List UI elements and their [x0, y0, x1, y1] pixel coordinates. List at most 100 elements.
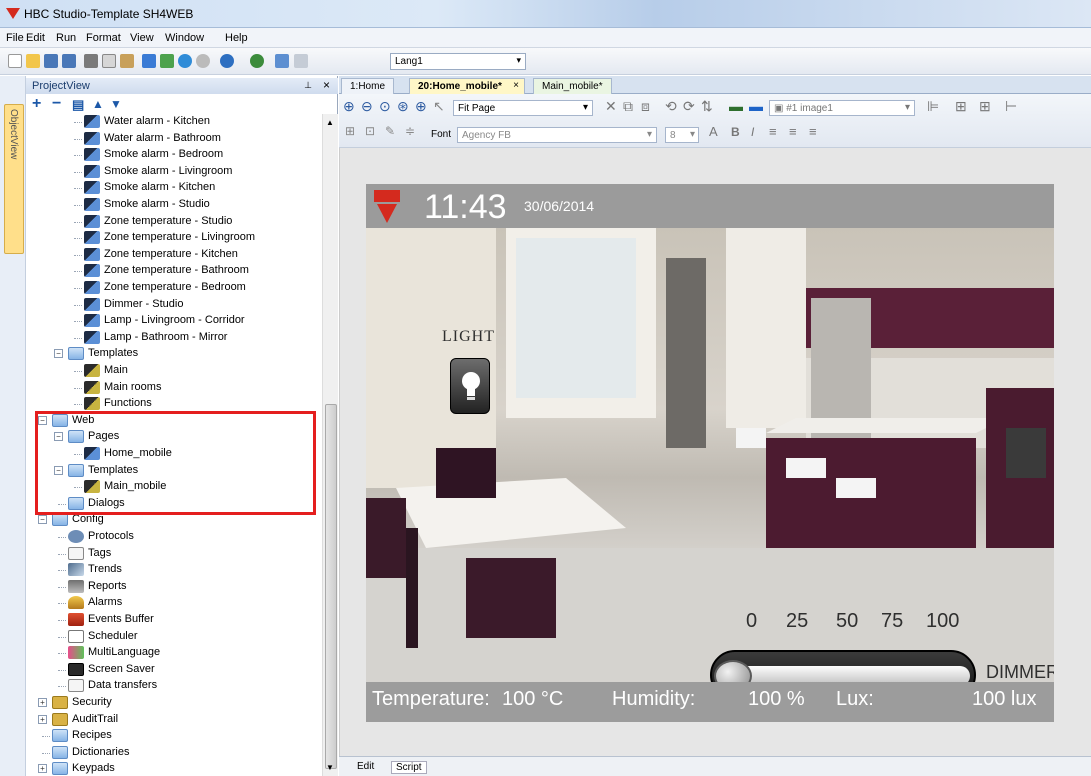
- tree-item[interactable]: + Keypads: [26, 761, 322, 776]
- italic-icon[interactable]: I: [751, 125, 754, 139]
- scroll-up-icon[interactable]: ▲: [326, 118, 334, 127]
- close-icon[interactable]: ×: [513, 80, 519, 91]
- tree-item[interactable]: Main: [26, 363, 322, 379]
- scrollbar-thumb[interactable]: [325, 404, 337, 769]
- new-icon[interactable]: [8, 54, 22, 68]
- zoom-fit-icon[interactable]: ⊛: [397, 98, 409, 115]
- tab-edit[interactable]: Edit: [357, 761, 374, 772]
- tree-item[interactable]: Recipes: [26, 728, 322, 744]
- expand-icon[interactable]: +: [38, 764, 47, 774]
- expand-icon[interactable]: +: [38, 714, 47, 724]
- tree-item[interactable]: Lamp - Bathroom - Mirror: [26, 330, 322, 346]
- tree-item[interactable]: Functions: [26, 396, 322, 412]
- move-down-icon[interactable]: ▼: [110, 97, 122, 111]
- tab-home[interactable]: 1:Home: [341, 78, 395, 94]
- tree-item[interactable]: Zone temperature - Livingroom: [26, 230, 322, 246]
- tree-item[interactable]: Scheduler: [26, 629, 322, 645]
- menu-run[interactable]: Run: [56, 32, 76, 44]
- remove-icon[interactable]: −: [52, 95, 61, 113]
- font-color-icon[interactable]: A: [709, 124, 718, 139]
- tree-item[interactable]: Tags: [26, 546, 322, 562]
- tree-item[interactable]: Reports: [26, 579, 322, 595]
- tab-main-mobile[interactable]: Main_mobile*: [533, 78, 612, 94]
- tree-item[interactable]: Protocols: [26, 529, 322, 545]
- run-icon[interactable]: [160, 54, 174, 68]
- properties-icon[interactable]: ▤: [72, 97, 84, 113]
- brush-icon[interactable]: ✎: [385, 124, 395, 138]
- group-icon[interactable]: ⧉: [623, 98, 633, 115]
- globe-icon[interactable]: [250, 54, 264, 68]
- tree-item[interactable]: Smoke alarm - Studio: [26, 197, 322, 213]
- expand-icon[interactable]: +: [38, 698, 47, 707]
- close-icon[interactable]: ×: [323, 78, 330, 92]
- open-icon[interactable]: [26, 54, 40, 68]
- line-icon[interactable]: ≑: [405, 124, 415, 138]
- tree-item[interactable]: Zone temperature - Bedroom: [26, 280, 322, 296]
- tree-item[interactable]: Dictionaries: [26, 745, 322, 761]
- tree-item[interactable]: MultiLanguage: [26, 645, 322, 661]
- pointer-icon[interactable]: ↖: [433, 98, 445, 115]
- tree-item[interactable]: Trends: [26, 562, 322, 578]
- tree-item[interactable]: Water alarm - Kitchen: [26, 114, 322, 130]
- table-icon[interactable]: ⊞: [345, 124, 355, 138]
- download-icon[interactable]: [142, 54, 156, 68]
- send-back-icon[interactable]: ▬: [749, 98, 763, 114]
- bring-front-icon[interactable]: ▬: [729, 98, 743, 114]
- tree-item[interactable]: + AuditTrail: [26, 712, 322, 728]
- tree-item[interactable]: Dimmer - Studio: [26, 297, 322, 313]
- help-icon[interactable]: [220, 54, 234, 68]
- tree-item[interactable]: Zone temperature - Studio: [26, 214, 322, 230]
- mobile-page[interactable]: 11:43 30/06/2014 LIGHT 0 25 50 75 100 DI…: [366, 184, 1054, 722]
- align-icon[interactable]: ⊫: [927, 98, 939, 115]
- add-icon[interactable]: +: [32, 95, 41, 113]
- save-all-icon[interactable]: [62, 54, 76, 68]
- tree-item[interactable]: Smoke alarm - Bedroom: [26, 147, 322, 163]
- menu-help[interactable]: Help: [225, 32, 248, 44]
- tree-item[interactable]: − Templates: [26, 346, 322, 362]
- stop-icon[interactable]: [196, 54, 210, 68]
- align-right-icon[interactable]: ≡: [809, 124, 817, 139]
- tree-item[interactable]: Smoke alarm - Kitchen: [26, 180, 322, 196]
- tree-item[interactable]: Screen Saver: [26, 662, 322, 678]
- tree-item[interactable]: Data transfers: [26, 678, 322, 694]
- move-up-icon[interactable]: ▲: [92, 97, 104, 111]
- size-icon[interactable]: ⊢: [1005, 98, 1017, 115]
- font-select[interactable]: Agency FB ▾: [457, 127, 657, 143]
- delete-icon[interactable]: ✕: [605, 98, 617, 115]
- bold-icon[interactable]: B: [731, 125, 740, 139]
- menu-window[interactable]: Window: [165, 32, 204, 44]
- tree-item[interactable]: Water alarm - Bathroom: [26, 131, 322, 147]
- ungroup-icon[interactable]: ⧈: [641, 98, 650, 115]
- pin-icon[interactable]: ⊥: [304, 80, 312, 91]
- objectview-tab[interactable]: ObjectView: [4, 104, 24, 254]
- tree-item[interactable]: Zone temperature - Kitchen: [26, 247, 322, 263]
- tab-script[interactable]: Script: [391, 761, 427, 774]
- image-icon[interactable]: [275, 54, 289, 68]
- tree-item[interactable]: Lamp - Livingroom - Corridor: [26, 313, 322, 329]
- zoom-select[interactable]: Fit Page ▾: [453, 100, 593, 116]
- rotate-left-icon[interactable]: ⟲: [665, 98, 677, 115]
- light-button[interactable]: [450, 358, 490, 414]
- menu-view[interactable]: View: [130, 32, 154, 44]
- menu-format[interactable]: Format: [86, 32, 121, 44]
- play-icon[interactable]: [178, 54, 192, 68]
- tree-item[interactable]: Zone temperature - Bathroom: [26, 263, 322, 279]
- zoom-area-icon[interactable]: ⊙: [379, 98, 391, 115]
- scroll-down-icon[interactable]: ▼: [326, 763, 334, 772]
- menu-file[interactable]: File: [6, 32, 24, 44]
- language-select[interactable]: Lang1 ▾: [390, 53, 526, 70]
- font-size-select[interactable]: 8 ▾: [665, 127, 699, 143]
- menu-edit[interactable]: Edit: [26, 32, 45, 44]
- paste-icon[interactable]: [120, 54, 134, 68]
- rotate-right-icon[interactable]: ⟳: [683, 98, 695, 115]
- zoom-custom-icon[interactable]: ⊕: [415, 98, 427, 115]
- collapse-icon[interactable]: −: [38, 515, 47, 525]
- save-icon[interactable]: [44, 54, 58, 68]
- frame-icon[interactable]: ⊡: [365, 124, 375, 138]
- cut-icon[interactable]: [84, 54, 98, 68]
- tree-item[interactable]: Events Buffer: [26, 612, 322, 628]
- align-center-icon[interactable]: ≡: [789, 124, 797, 139]
- zoom-in-icon[interactable]: ⊕: [343, 98, 355, 115]
- tab-home-mobile[interactable]: 20:Home_mobile* ×: [409, 78, 525, 94]
- tree-item[interactable]: Alarms: [26, 595, 322, 611]
